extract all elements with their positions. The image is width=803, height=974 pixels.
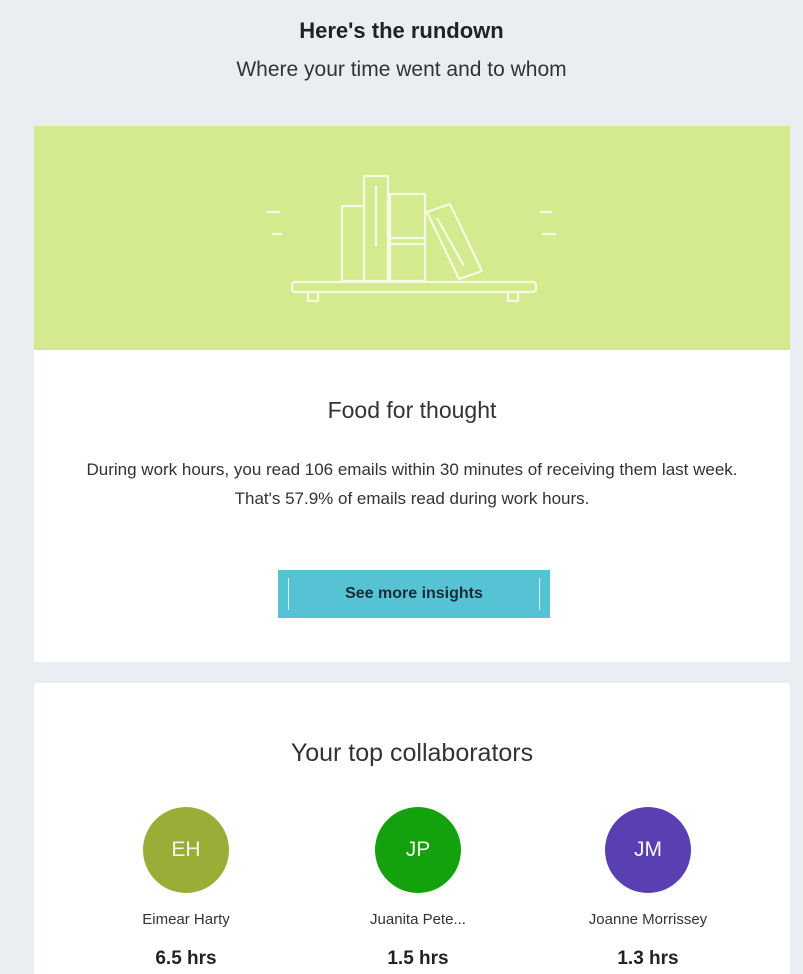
rundown-page: Here's the rundown Where your time went … bbox=[0, 0, 803, 974]
collaborator-hours: 1.3 hrs bbox=[617, 948, 679, 969]
button-left-divider bbox=[288, 578, 289, 610]
collaborator-name: Eimear Harty bbox=[142, 911, 230, 928]
insight-body: During work hours, you read 106 emails w… bbox=[86, 460, 738, 508]
avatar-initials: JP bbox=[405, 838, 431, 861]
page-subtitle: Where your time went and to whom bbox=[236, 58, 567, 81]
avatar: JP bbox=[375, 807, 461, 893]
bookshelf-illustration bbox=[266, 174, 556, 303]
collaborator-name: Joanne Morrissey bbox=[588, 911, 708, 928]
page-title: Here's the rundown bbox=[299, 18, 504, 43]
avatar: EH bbox=[143, 807, 229, 893]
collaborators-card: Your top collaborators EH Eimear Harty 6… bbox=[34, 683, 790, 974]
insight-card: Food for thought During work hours, you … bbox=[34, 126, 790, 662]
avatar: JM bbox=[605, 807, 691, 893]
avatar-initials: JM bbox=[634, 838, 662, 861]
collaborators-title: Your top collaborators bbox=[290, 739, 534, 767]
button-right-divider bbox=[539, 578, 540, 610]
collaborator-item[interactable]: JM Joanne Morrissey 1.3 hrs bbox=[548, 807, 748, 970]
see-more-insights-button[interactable]: See more insights bbox=[278, 570, 550, 618]
insight-title: Food for thought bbox=[327, 397, 497, 423]
see-more-insights-label: See more insights bbox=[345, 585, 483, 602]
rundown-header: Here's the rundown Where your time went … bbox=[0, 0, 803, 126]
collaborator-item[interactable]: JP Juanita Pete... 1.5 hrs bbox=[318, 807, 518, 970]
avatar-initials: EH bbox=[171, 838, 201, 861]
collaborator-hours: 6.5 hrs bbox=[155, 948, 217, 969]
collaborator-hours: 1.5 hrs bbox=[387, 948, 449, 969]
collaborator-name: Juanita Pete... bbox=[370, 911, 466, 928]
insight-banner bbox=[34, 126, 790, 350]
collaborator-item[interactable]: EH Eimear Harty 6.5 hrs bbox=[86, 807, 286, 970]
